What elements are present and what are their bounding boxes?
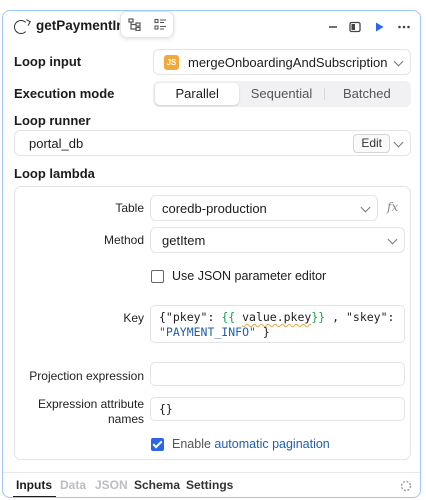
table-select[interactable]: coredb-production bbox=[150, 195, 378, 221]
active-tab-indicator bbox=[13, 496, 56, 497]
key-label: Key bbox=[123, 311, 144, 325]
tab-schema[interactable]: Schema bbox=[134, 478, 180, 492]
chevron-down-icon bbox=[360, 202, 371, 213]
table-value: coredb-production bbox=[162, 200, 267, 216]
code-token: {"pkey": bbox=[159, 310, 222, 324]
chevron-down-icon bbox=[387, 234, 398, 245]
json-editor-checkbox[interactable] bbox=[151, 270, 164, 283]
expression-attribute-names-input[interactable]: {} bbox=[150, 397, 405, 421]
chevron-down-icon bbox=[393, 56, 404, 67]
loop-icon bbox=[14, 20, 28, 34]
projection-expression-label: Projection expression bbox=[29, 369, 144, 383]
step-header: getPaymentInfo bbox=[3, 11, 420, 45]
loading-spinner-icon bbox=[400, 480, 412, 495]
method-value: getItem bbox=[162, 232, 206, 248]
loop-runner-label: Loop runner bbox=[14, 113, 91, 128]
execution-mode-parallel[interactable]: Parallel bbox=[155, 83, 240, 105]
loop-lambda-container: Table coredb-production fx Method getIte… bbox=[14, 186, 411, 460]
bottom-tab-bar: Inputs Data JSON Schema Settings bbox=[3, 472, 420, 497]
loop-input-value: mergeOnboardingAndSubscription bbox=[188, 54, 388, 70]
code-token: "PAYMENT_INFO" bbox=[159, 325, 256, 339]
list-icon[interactable] bbox=[153, 18, 167, 32]
code-token: value.pkey bbox=[242, 310, 312, 324]
loop-input-select[interactable]: JS mergeOnboardingAndSubscription bbox=[153, 49, 411, 75]
json-editor-label: Use JSON parameter editor bbox=[172, 269, 327, 283]
tab-settings[interactable]: Settings bbox=[186, 478, 233, 492]
js-badge: JS bbox=[164, 54, 179, 70]
execution-mode-batched[interactable]: Batched bbox=[325, 83, 409, 105]
step-panel: getPaymentInfo Loop input JS mergeOnboar… bbox=[2, 10, 421, 498]
tab-inputs[interactable]: Inputs bbox=[16, 478, 52, 492]
key-code-editor[interactable]: {"pkey": {{ value.pkey}} , "skey": "PAYM… bbox=[150, 305, 405, 343]
automatic-pagination-label: Enable automatic pagination bbox=[172, 437, 330, 451]
execution-mode-label: Execution mode bbox=[14, 86, 115, 101]
loop-input-label: Loop input bbox=[14, 54, 82, 69]
table-label: Table bbox=[115, 201, 144, 215]
collapse-icon[interactable] bbox=[325, 19, 341, 35]
tree-structure-icon[interactable] bbox=[127, 18, 141, 32]
key-code-line-1: {"pkey": {{ value.pkey}} , "skey": bbox=[159, 310, 396, 325]
panel-layout-icon[interactable] bbox=[347, 19, 363, 35]
projection-expression-input[interactable] bbox=[150, 362, 405, 386]
fx-toggle-icon[interactable]: fx bbox=[387, 200, 398, 214]
expression-attribute-label-line: Expression attribute bbox=[37, 397, 144, 411]
run-icon[interactable] bbox=[371, 19, 387, 35]
floating-toolbar bbox=[120, 11, 174, 38]
loop-runner-select[interactable]: portal_db Edit bbox=[14, 130, 411, 156]
tab-json[interactable]: JSON bbox=[95, 478, 128, 492]
code-token: , "skey": bbox=[325, 310, 395, 324]
code-token: {{ bbox=[221, 310, 243, 324]
chevron-down-icon bbox=[393, 137, 404, 148]
expression-attribute-label-line: names bbox=[107, 412, 144, 426]
automatic-pagination-checkbox[interactable] bbox=[151, 438, 164, 451]
execution-mode-sequential[interactable]: Sequential bbox=[239, 83, 323, 105]
method-select[interactable]: getItem bbox=[150, 227, 405, 253]
pagination-prefix: Enable bbox=[172, 437, 215, 451]
loop-lambda-label: Loop lambda bbox=[14, 166, 95, 181]
more-options-icon[interactable] bbox=[396, 19, 412, 35]
tab-data[interactable]: Data bbox=[60, 478, 86, 492]
expression-attribute-names-label: Expression attribute names bbox=[38, 397, 144, 427]
edit-resource-button[interactable]: Edit bbox=[353, 134, 390, 153]
key-code-line-2: "PAYMENT_INFO" } bbox=[159, 325, 396, 340]
loop-runner-value: portal_db bbox=[29, 135, 84, 151]
code-token: }} bbox=[311, 310, 326, 324]
method-label: Method bbox=[103, 233, 144, 247]
code-token: } bbox=[255, 325, 270, 339]
automatic-pagination-link[interactable]: automatic pagination bbox=[214, 437, 329, 451]
execution-mode-segmented-control: Parallel Sequential Batched bbox=[153, 81, 411, 107]
